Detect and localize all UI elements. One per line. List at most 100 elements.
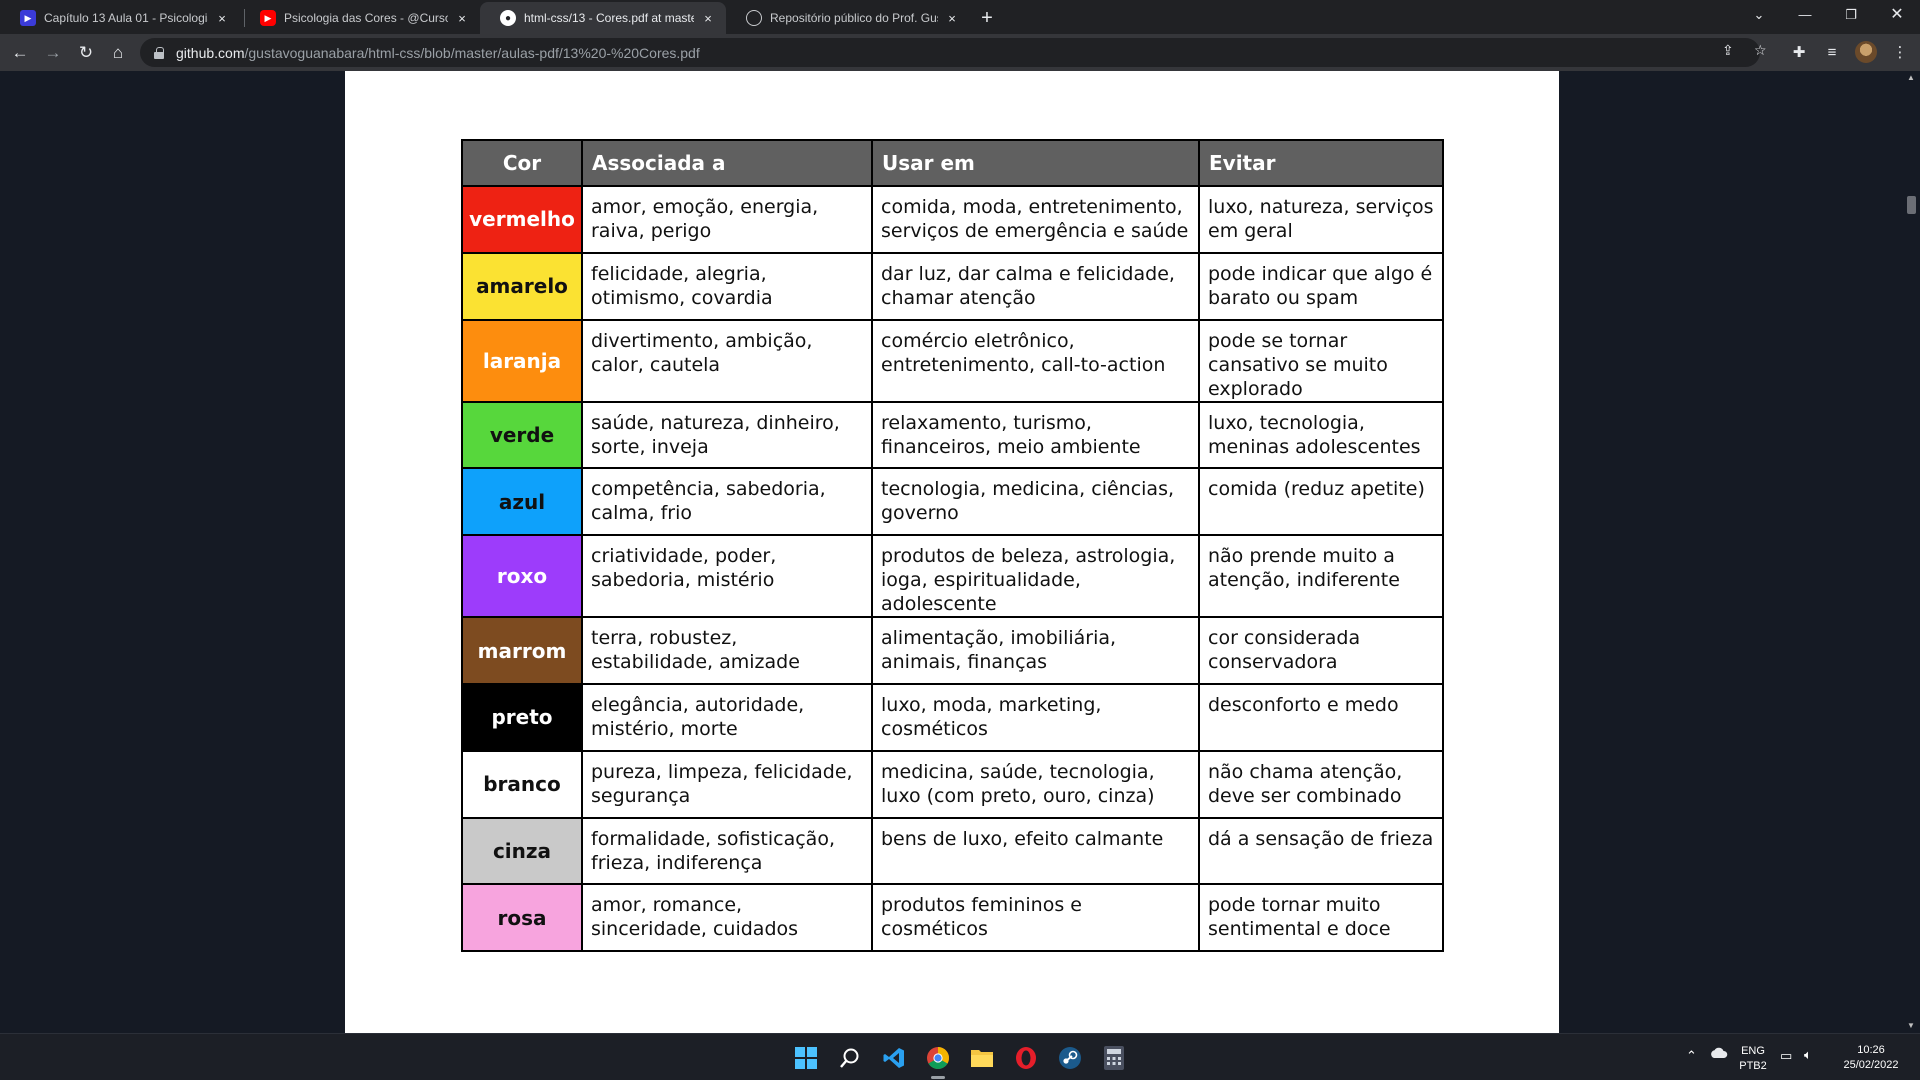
usar-cell: bens de luxo, efeito calmante [871,816,1200,886]
address-bar[interactable]: github.com/gustavoguanabara/html-css/blo… [140,38,1767,67]
show-hidden-icons-icon[interactable]: ⌃ [1686,1048,1697,1063]
tab-search-icon[interactable]: ⌄ [1736,0,1782,30]
scroll-down-icon[interactable]: ▼ [1902,1019,1920,1033]
evitar-cell: luxo, natureza, serviços em geral [1198,185,1444,254]
youtube-icon: ▶ [260,10,276,26]
table-row: cinza formalidade, sofisticação, frieza, … [461,816,1444,886]
usar-cell: relaxamento, turismo, financeiros, meio … [871,400,1200,470]
tab-title: Repositório público do Prof. Gus [770,11,938,25]
tab-repositorio-publico[interactable]: Repositório público do Prof. Gus × [726,2,970,34]
tab-psicologia-cores[interactable]: ▶ Psicologia das Cores - @Curso e × [240,2,480,34]
cursoemvideo-icon: ▶ [20,10,36,26]
url-host: github.com [176,44,245,61]
github-icon: ● [500,10,516,26]
header-cor: Cor [461,139,583,187]
header-usar: Usar em [871,139,1200,187]
clock[interactable]: 10:26 25/02/2022 [1826,1043,1916,1073]
table-row: vermelho amor, emoção, energia, raiva, pe… [461,185,1444,254]
pdf-viewer: Cor Associada a Usar em Evitar vermelho a… [0,71,1920,1033]
color-psychology-table: Cor Associada a Usar em Evitar vermelho a… [461,139,1444,953]
color-name-cell: laranja [461,318,583,403]
network-icon[interactable]: ▭ [1780,1048,1792,1063]
associada-cell: terra, robustez, estabilidade, amizade [581,616,873,685]
table-row: laranja divertimento, ambição, calor, cau… [461,318,1444,403]
associada-cell: competência, sabedoria, calma, frio [581,467,873,537]
associada-cell: saúde, natureza, dinheiro, sorte, inveja [581,400,873,470]
evitar-cell: pode se tornar cansativo se muito explor… [1198,318,1444,403]
color-name-cell: branco [461,749,583,819]
associada-cell: formalidade, sofisticação, frieza, indif… [581,816,873,886]
usar-cell: tecnologia, medicina, ciências, governo [871,467,1200,537]
reload-icon[interactable]: ↻ [72,39,100,67]
vscode-icon[interactable] [880,1044,908,1072]
file-explorer-icon[interactable] [968,1044,996,1072]
table-row: branco pureza, limpeza, felicidade, segur… [461,749,1444,819]
color-name-cell: vermelho [461,185,583,254]
table-row: verde saúde, natureza, dinheiro, sorte, i… [461,400,1444,470]
close-icon[interactable]: × [700,11,716,26]
usar-cell: luxo, moda, marketing, cosméticos [871,682,1200,752]
usar-cell: comércio eletrônico, entretenimento, cal… [871,318,1200,403]
associada-cell: divertimento, ambição, calor, cautela [581,318,873,403]
taskbar: ⌃ ENG PTB2 ▭ 🔈︎ 10:26 25/02/2022 [0,1033,1920,1080]
close-icon[interactable]: × [214,11,230,26]
color-name-cell: preto [461,682,583,752]
evitar-cell: luxo, tecnologia, meninas adolescentes [1198,400,1444,470]
extensions-icon[interactable]: ✚ [1785,39,1813,67]
table-row: roxo criatividade, poder, sabedoria, mist… [461,534,1444,619]
tab-html-css-cores-pdf[interactable]: ● html-css/13 - Cores.pdf at maste × [480,2,726,34]
header-evitar: Evitar [1198,139,1444,187]
header-associada: Associada a [581,139,873,187]
evitar-cell: desconforto e medo [1198,682,1444,752]
onedrive-icon[interactable] [1710,1046,1728,1065]
color-name-cell: rosa [461,883,583,953]
table-row: amarelo felicidade, alegria, otimismo, co… [461,251,1444,321]
tab-capitulo-13[interactable]: ▶ Capítulo 13 Aula 01 - Psicologia × [0,2,240,34]
language-code: ENG [1741,1045,1765,1057]
bookmark-star-icon[interactable]: ☆ [1754,42,1767,59]
associada-cell: amor, romance, sinceridade, cuidados [581,883,873,953]
windows-start-icon[interactable] [792,1044,820,1072]
associada-cell: pureza, limpeza, felicidade, segurança [581,749,873,819]
home-icon[interactable]: ⌂ [104,39,132,67]
associada-cell: elegância, autoridade, mistério, morte [581,682,873,752]
associada-cell: amor, emoção, energia, raiva, perigo [581,185,873,254]
color-name-cell: verde [461,400,583,470]
scroll-thumb[interactable] [1907,196,1916,214]
table-row: preto elegância, autoridade, mistério, mo… [461,682,1444,752]
table-row: azul competência, sabedoria, calma, frio t… [461,467,1444,537]
usar-cell: produtos femininos e cosméticos [871,883,1200,953]
usar-cell: comida, moda, entretenimento, serviços d… [871,185,1200,254]
close-icon[interactable]: × [944,11,960,26]
profile-avatar[interactable] [1855,41,1877,63]
evitar-cell: pode indicar que algo é barato ou spam [1198,251,1444,321]
globe-icon [746,10,762,26]
back-icon[interactable]: ← [6,39,34,67]
steam-icon[interactable] [1056,1044,1084,1072]
color-name-cell: azul [461,467,583,537]
new-tab-button[interactable]: + [974,5,1000,31]
close-window-icon[interactable]: ✕ [1874,0,1920,30]
color-name-cell: roxo [461,534,583,619]
opera-icon[interactable] [1012,1044,1040,1072]
minimize-icon[interactable]: — [1782,0,1828,30]
scrollbar[interactable]: ▲ ▼ [1902,71,1920,1033]
reading-list-icon[interactable]: ≡ [1818,39,1846,67]
volume-icon[interactable]: 🔈︎ [1804,1047,1812,1062]
usar-cell: dar luz, dar calma e felicidade, chamar … [871,251,1200,321]
url-path: /gustavoguanabara/html-css/blob/master/a… [244,44,700,61]
close-icon[interactable]: × [454,11,470,26]
tab-strip: ▶ Capítulo 13 Aula 01 - Psicologia × ▶ P… [0,0,1920,34]
scroll-up-icon[interactable]: ▲ [1902,71,1920,85]
menu-icon[interactable]: ⋮ [1886,39,1914,67]
restore-icon[interactable]: ❐ [1828,0,1874,30]
share-icon[interactable]: ⇪ [1722,42,1734,59]
calculator-icon[interactable] [1100,1044,1128,1072]
forward-icon[interactable]: → [39,39,67,67]
tab-title: html-css/13 - Cores.pdf at maste [524,11,694,25]
lock-icon[interactable] [154,46,164,59]
search-icon[interactable] [836,1044,864,1072]
language-indicator[interactable]: ENG PTB2 [1736,1044,1770,1074]
chrome-icon[interactable] [924,1044,952,1072]
usar-cell: medicina, saúde, tecnologia, luxo (com p… [871,749,1200,819]
